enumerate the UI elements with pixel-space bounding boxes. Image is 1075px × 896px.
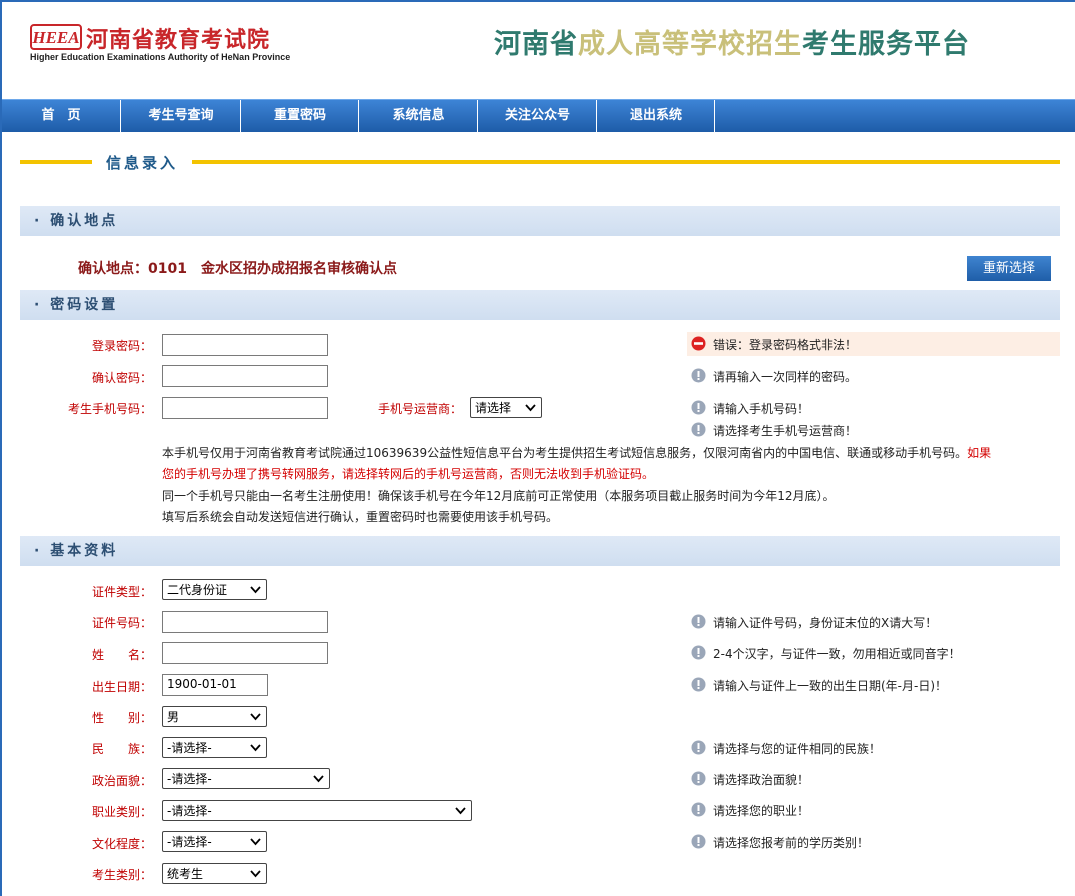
birth-date-input[interactable]: 1900-01-01 — [162, 674, 268, 696]
phone-note-line-3: 同一个手机号只能由一名考生注册使用！确保该手机号在今年12月底前可正常使用（本服… — [162, 489, 835, 503]
carrier-select-value: 请选择 — [475, 401, 512, 415]
title-part-adult: 成人高等学校招生 — [578, 29, 802, 60]
gender-label: 性 别： — [91, 711, 152, 725]
examinee-type-label: 考生类别： — [91, 868, 152, 882]
chevron-down-icon — [313, 775, 324, 783]
job-label: 职业类别： — [91, 805, 152, 819]
phone-input[interactable] — [162, 397, 328, 419]
section-confirm-location: · 确认地点 — [20, 206, 1060, 236]
info-icon — [691, 422, 706, 437]
main-nav: 首 页 考生号查询 重置密码 系统信息 关注公众号 退出系统 — [2, 99, 1075, 132]
page-frame: HEEA 河南省教育考试院 Higher Education Examinati… — [0, 0, 1075, 896]
banner-line-left — [20, 160, 92, 164]
info-icon — [691, 645, 706, 660]
platform-title: 河南省成人高等学校招生考生服务平台 — [494, 22, 970, 61]
chevron-down-icon — [250, 744, 261, 752]
info-icon — [691, 771, 706, 786]
nav-follow-account[interactable]: 关注公众号 — [479, 100, 597, 132]
logo-english-name: Higher Education Examinations Authority … — [30, 52, 291, 62]
id-number-input[interactable] — [162, 611, 328, 633]
nav-home[interactable]: 首 页 — [2, 100, 121, 132]
chevron-down-icon — [455, 807, 466, 815]
heea-logo-icon: HEEA — [30, 24, 82, 50]
error-message-box: 错误：登录密码格式非法！ — [687, 332, 1060, 356]
info-icon — [691, 802, 706, 817]
carrier-label: 手机号运营商： — [377, 402, 462, 416]
nav-system-info[interactable]: 系统信息 — [360, 100, 478, 132]
gender-select[interactable]: 男 — [162, 706, 267, 727]
error-message-text: 错误：登录密码格式非法！ — [713, 338, 858, 352]
svg-text:HEEA: HEEA — [31, 28, 79, 47]
hint-text: 请输入手机号码！ — [713, 402, 810, 416]
info-icon — [691, 368, 706, 383]
confirm-location-text: 确认地点：0101 金水区招办成招报名审核确认点 — [78, 261, 397, 277]
confirm-password-label: 确认密码： — [91, 371, 152, 385]
chevron-down-icon — [250, 713, 261, 721]
politics-label: 政治面貌： — [91, 774, 152, 788]
hint-text: 请选择考生手机号运营商！ — [713, 424, 858, 438]
nav-examinee-query[interactable]: 考生号查询 — [122, 100, 241, 132]
login-password-label: 登录密码： — [91, 339, 152, 353]
name-input[interactable] — [162, 642, 328, 664]
chevron-down-icon — [250, 838, 261, 846]
education-label: 文化程度： — [91, 837, 152, 851]
ethnic-select[interactable]: -请选择- — [162, 737, 267, 758]
title-part-province: 河南省 — [494, 29, 578, 60]
phone-note-line-2: 您的手机号办理了携号转网服务，请选择转网后的手机号运营商，否则无法收到手机验证码… — [162, 467, 655, 481]
page-header: HEEA 河南省教育考试院 Higher Education Examinati… — [2, 2, 1075, 99]
id-number-label: 证件号码： — [91, 616, 152, 630]
banner-line-right — [192, 160, 1060, 164]
reselect-button[interactable]: 重新选择 — [967, 256, 1051, 281]
phone-label: 考生手机号码： — [67, 402, 152, 416]
info-icon — [691, 614, 706, 629]
login-password-input[interactable] — [162, 334, 328, 356]
section-password: · 密码设置 — [20, 290, 1060, 320]
id-type-select[interactable]: 二代身份证 — [162, 579, 267, 600]
chevron-down-icon — [525, 404, 536, 412]
birth-date-label: 出生日期： — [91, 680, 152, 694]
info-icon — [691, 834, 706, 849]
phone-note-line-1: 本手机号仅用于河南省教育考试院通过10639639公益性短信息平台为考生提供招生… — [162, 446, 992, 460]
examinee-type-select[interactable]: 统考生 — [162, 863, 267, 884]
title-part-service: 考生服务平台 — [802, 29, 970, 60]
education-select[interactable]: -请选择- — [162, 831, 267, 852]
error-icon — [691, 336, 706, 351]
job-select[interactable]: -请选择- — [162, 800, 472, 821]
chevron-down-icon — [250, 586, 261, 594]
carrier-select[interactable]: 请选择 — [470, 397, 542, 418]
page-banner-title: 信息录入 — [106, 154, 179, 172]
hint-text: 请再输入一次同样的密码。 — [713, 370, 858, 384]
phone-note-line-4: 填写后系统会自动发送短信进行确认，重置密码时也需要使用该手机号码。 — [162, 510, 559, 524]
nav-logout[interactable]: 退出系统 — [598, 100, 715, 132]
logo-chinese-name: 河南省教育考试院 — [86, 28, 271, 53]
section-basic-info: · 基本资料 — [20, 536, 1060, 566]
chevron-down-icon — [250, 870, 261, 878]
id-type-label: 证件类型： — [91, 585, 152, 599]
info-icon — [691, 677, 706, 692]
info-icon — [691, 740, 706, 755]
info-icon — [691, 400, 706, 415]
confirm-password-input[interactable] — [162, 365, 328, 387]
page-banner: 信息录入 — [20, 150, 1060, 174]
name-label: 姓 名： — [91, 648, 152, 662]
nav-reset-password[interactable]: 重置密码 — [242, 100, 359, 132]
politics-select[interactable]: -请选择- — [162, 768, 330, 789]
ethnic-label: 民 族： — [91, 742, 152, 756]
